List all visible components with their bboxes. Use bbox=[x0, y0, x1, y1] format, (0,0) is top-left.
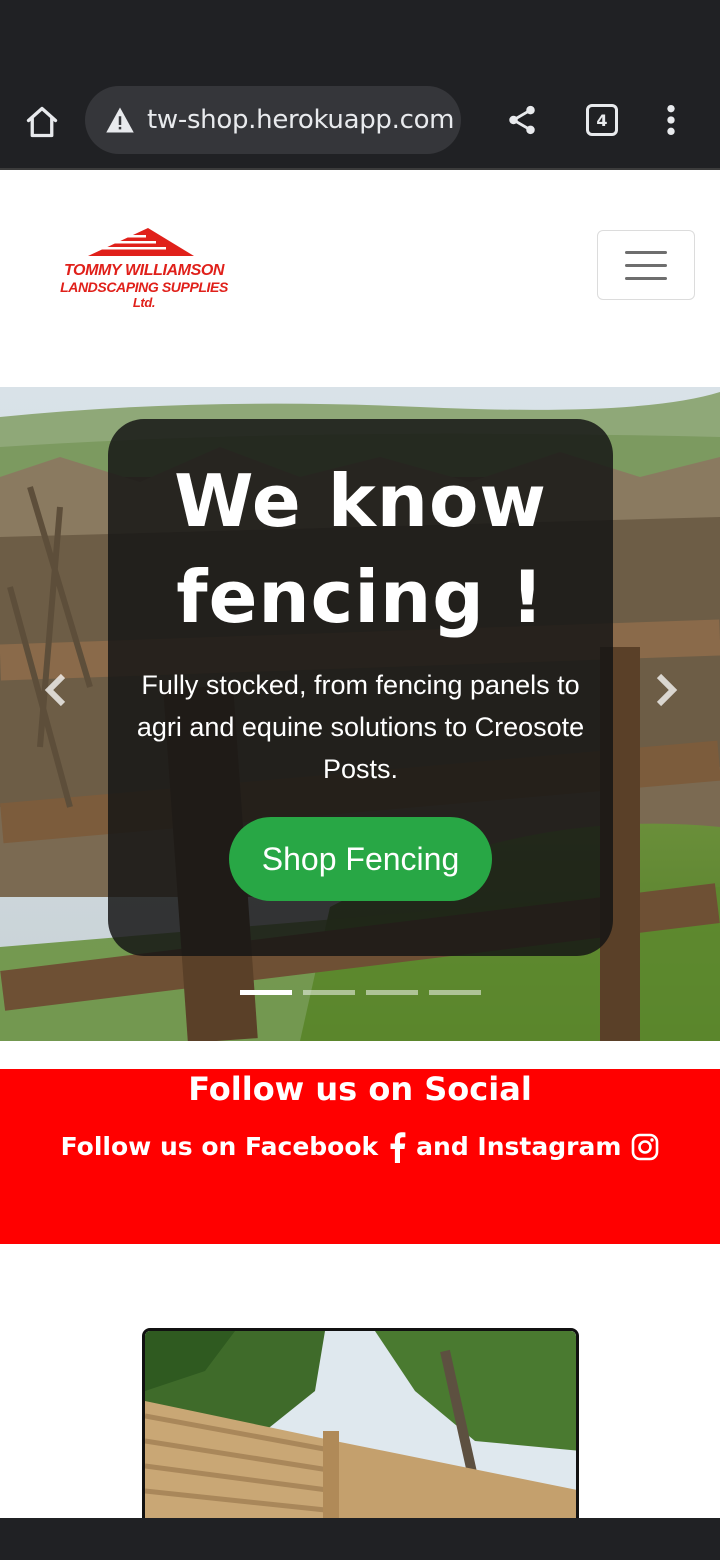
url-text[interactable]: tw-shop.herokuapp.com bbox=[147, 105, 455, 135]
logo-text-line2: LANDSCAPING SUPPLIES bbox=[60, 279, 228, 295]
hero-text: Fully stocked, from fencing panels to ag… bbox=[136, 670, 585, 784]
carousel-next-button[interactable] bbox=[646, 670, 686, 710]
facebook-icon[interactable] bbox=[388, 1131, 406, 1163]
nav-toggle-button[interactable] bbox=[597, 230, 695, 300]
share-button[interactable] bbox=[496, 94, 548, 146]
home-button[interactable] bbox=[16, 96, 68, 148]
browser-toolbar: tw-shop.herokuapp.com 4 bbox=[0, 70, 720, 170]
system-navigation-bar bbox=[0, 1518, 720, 1560]
logo-roof-icon bbox=[88, 228, 194, 256]
instagram-link[interactable]: and Instagram bbox=[416, 1129, 621, 1165]
home-icon bbox=[26, 106, 58, 138]
hamburger-icon-bar bbox=[625, 276, 667, 280]
shop-fencing-button[interactable]: Shop Fencing bbox=[229, 817, 492, 901]
logo-text-line3: Ltd. bbox=[132, 295, 156, 310]
site-header: TOMMY WILLIAMSON LANDSCAPING SUPPLIES Lt… bbox=[0, 172, 720, 387]
product-card[interactable] bbox=[142, 1328, 579, 1528]
share-icon bbox=[509, 105, 535, 135]
social-section: Follow us on Social Follow us on Faceboo… bbox=[0, 1069, 720, 1244]
browser-menu-button[interactable] bbox=[648, 94, 694, 146]
address-bar[interactable]: tw-shop.herokuapp.com bbox=[85, 86, 461, 154]
hero-carousel: We know fencing ! Fully stocked, from fe… bbox=[0, 387, 720, 1041]
facebook-link[interactable]: Follow us on Facebook bbox=[61, 1129, 379, 1165]
carousel-indicator-2[interactable] bbox=[303, 990, 355, 995]
chevron-right-icon bbox=[656, 673, 678, 707]
carousel-indicator-3[interactable] bbox=[366, 990, 418, 995]
hamburger-icon-bar bbox=[625, 263, 667, 267]
chevron-left-icon bbox=[44, 673, 66, 707]
hero-caption: We know fencing ! Fully stocked, from fe… bbox=[108, 419, 613, 956]
fence-panel-photo bbox=[145, 1331, 576, 1528]
instagram-icon[interactable] bbox=[631, 1133, 659, 1161]
hamburger-icon-bar bbox=[625, 250, 667, 254]
carousel-indicator-1[interactable] bbox=[240, 990, 292, 995]
carousel-prev-button[interactable] bbox=[36, 670, 76, 710]
social-links: Follow us on Facebook and Instagram bbox=[0, 1129, 720, 1165]
carousel-indicators bbox=[240, 990, 481, 995]
status-bar bbox=[0, 0, 720, 70]
site-logo[interactable]: TOMMY WILLIAMSON LANDSCAPING SUPPLIES Lt… bbox=[44, 222, 244, 322]
tab-count: 4 bbox=[586, 104, 618, 136]
carousel-indicator-4[interactable] bbox=[429, 990, 481, 995]
social-title: Follow us on Social bbox=[188, 1070, 532, 1108]
warning-triangle-icon[interactable] bbox=[105, 105, 135, 135]
hero-title: We know fencing ! bbox=[174, 459, 547, 639]
tab-switcher-button[interactable]: 4 bbox=[576, 94, 628, 146]
logo-text-line1: TOMMY WILLIAMSON bbox=[63, 262, 225, 279]
kebab-menu-icon bbox=[667, 104, 675, 136]
